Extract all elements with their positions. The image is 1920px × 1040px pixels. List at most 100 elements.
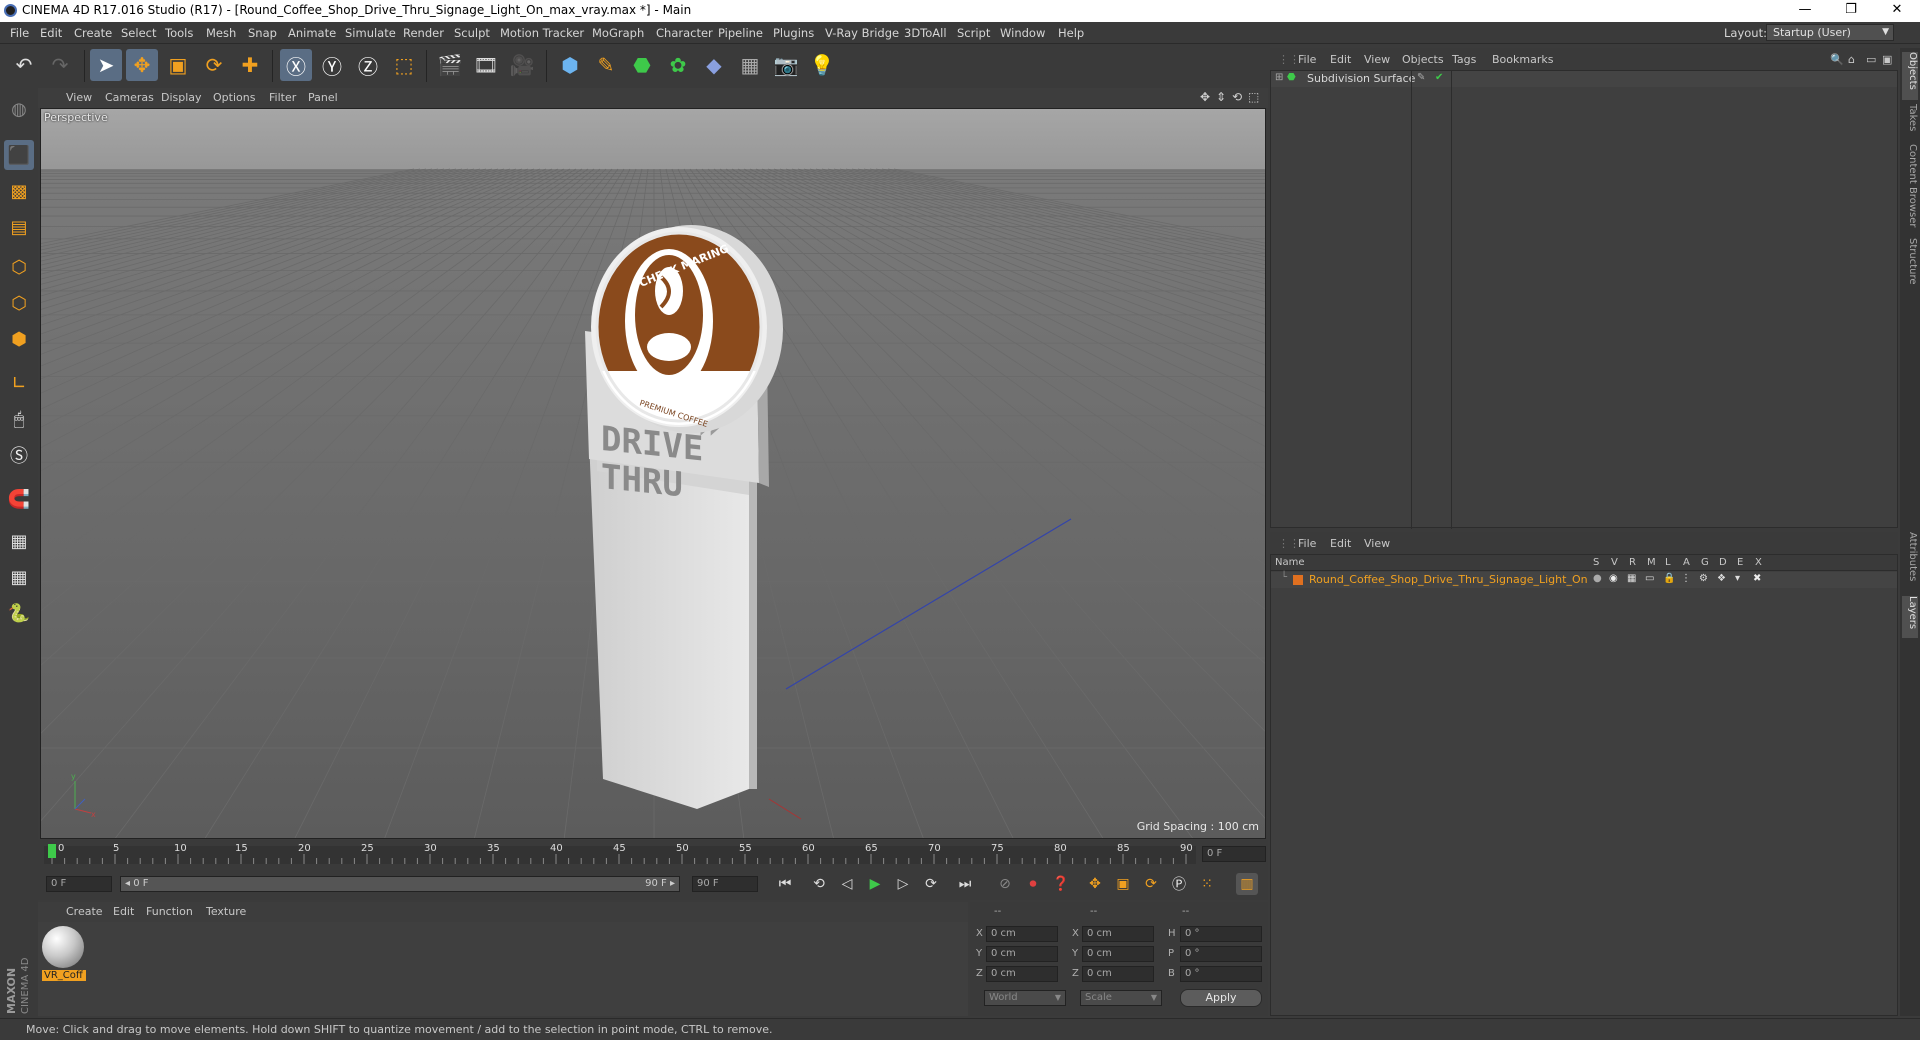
size-y-field[interactable]: 0 cm	[1082, 946, 1154, 962]
timeline-ruler[interactable]: 0 5 10 15 20 25 30 35 40 45 50 55 60 65 …	[38, 840, 1268, 868]
deformers-icon[interactable]: ❖	[1717, 573, 1726, 584]
expressions-icon[interactable]: ▾	[1735, 573, 1740, 584]
layers-menu-view[interactable]: View	[1364, 537, 1390, 550]
viewport-menu-view[interactable]: View	[66, 91, 92, 104]
add-subdivision-button[interactable]: ⬣	[626, 49, 658, 81]
menu-select[interactable]: Select	[121, 26, 156, 40]
size-z-field[interactable]: 0 cm	[1082, 966, 1154, 982]
transform-tool-button[interactable]: ✚	[234, 49, 266, 81]
pos-z-field[interactable]: 0 cm	[986, 966, 1058, 982]
edge-mode-button[interactable]: ⬡	[4, 288, 34, 318]
menu-character[interactable]: Character	[656, 26, 713, 40]
generators-icon[interactable]: ⚙	[1699, 573, 1708, 584]
viewport-menu-filter[interactable]: Filter	[269, 91, 296, 104]
rot-p-field[interactable]: 0 °	[1180, 946, 1262, 962]
rot-b-field[interactable]: 0 °	[1180, 966, 1262, 982]
render-view-button[interactable]: 🎬	[434, 49, 466, 81]
perspective-viewport[interactable]: DRIVE THRU » CHECK MARING PREMIUM COFFEE…	[40, 108, 1266, 839]
object-row-subdivision[interactable]: ⊞ ⬣ Subdivision Surface ✎ ✔	[1271, 71, 1897, 87]
scale-select[interactable]: Scale ▼	[1080, 990, 1162, 1006]
python-button[interactable]: 🐍	[4, 598, 34, 628]
rotate-view-icon[interactable]: ⟲	[1232, 90, 1242, 104]
menu-window[interactable]: Window	[1000, 26, 1045, 40]
add-deformer-button[interactable]: ◆	[698, 49, 730, 81]
minimize-panel-icon[interactable]: ▭	[1866, 53, 1876, 66]
model-mode-button[interactable]: ⬛	[4, 140, 34, 170]
polygon-mode-button[interactable]: ⬢	[4, 324, 34, 354]
key-parameter-button[interactable]: Ⓟ	[1168, 873, 1190, 895]
objects-menu-file[interactable]: File	[1298, 53, 1316, 66]
viewport-menu-display[interactable]: Display	[161, 91, 202, 104]
end-frame-field[interactable]: 90 F	[692, 876, 758, 892]
go-to-end-button[interactable]: ⏭	[954, 873, 976, 895]
material-menu-function[interactable]: Function	[146, 905, 193, 918]
material-menu-create[interactable]: Create	[66, 905, 103, 918]
layer-row[interactable]: └ Round_Coffee_Shop_Drive_Thru_Signage_L…	[1271, 572, 1897, 588]
rotate-tool-button[interactable]: ⟳	[198, 49, 230, 81]
objects-menu-bookmarks[interactable]: Bookmarks	[1492, 53, 1553, 66]
apply-button[interactable]: Apply	[1180, 989, 1262, 1007]
menu-3dtoall[interactable]: 3DToAll	[904, 26, 947, 40]
current-frame-field[interactable]: 0 F	[1202, 846, 1266, 862]
next-frame-button[interactable]: ▷	[892, 873, 914, 895]
timeline-window-button[interactable]: ▥	[1236, 873, 1258, 895]
manager-icon[interactable]: ▭	[1645, 573, 1654, 584]
add-spline-button[interactable]: ✎	[590, 49, 622, 81]
render-to-picture-viewer-button[interactable]: 🎞	[470, 49, 502, 81]
lock-icon[interactable]: 🔒	[1663, 573, 1675, 584]
viewport-menu-panel[interactable]: Panel	[308, 91, 338, 104]
search-icon[interactable]: 🔍	[1830, 53, 1844, 66]
menu-vray-bridge[interactable]: V-Ray Bridge	[825, 26, 899, 40]
viewport-menu-options[interactable]: Options	[213, 91, 255, 104]
menu-edit[interactable]: Edit	[40, 26, 62, 40]
material-menu-texture[interactable]: Texture	[206, 905, 246, 918]
rot-h-field[interactable]: 0 °	[1180, 926, 1262, 942]
menu-animate[interactable]: Animate	[288, 26, 336, 40]
layer-color-swatch[interactable]	[1293, 575, 1303, 585]
pan-view-icon[interactable]: ✥	[1200, 90, 1210, 104]
maximize-panel-icon[interactable]: ▣	[1882, 53, 1892, 66]
objects-menu-objects[interactable]: Objects	[1402, 53, 1444, 66]
menu-mesh[interactable]: Mesh	[206, 26, 236, 40]
dolly-view-icon[interactable]: ⇕	[1216, 90, 1226, 104]
menu-pipeline[interactable]: Pipeline	[718, 26, 763, 40]
size-x-field[interactable]: 0 cm	[1082, 926, 1154, 942]
viewport-menu-cameras[interactable]: Cameras	[105, 91, 154, 104]
workplane-mode-button[interactable]: ▤	[4, 212, 34, 242]
objects-menu-edit[interactable]: Edit	[1330, 53, 1351, 66]
menu-simulate[interactable]: Simulate	[345, 26, 396, 40]
add-camera-button[interactable]: 📷	[770, 49, 802, 81]
texture-mode-button[interactable]: ▩	[4, 176, 34, 206]
visible-eye-icon[interactable]: ◉	[1609, 573, 1618, 584]
xref-icon[interactable]: ✖	[1753, 573, 1761, 584]
snap-button[interactable]: 🧲	[4, 484, 34, 514]
solo-dot-icon[interactable]: ●	[1593, 573, 1602, 584]
animation-icon[interactable]: ⋮	[1681, 573, 1691, 584]
menu-script[interactable]: Script	[957, 26, 990, 40]
previous-key-button[interactable]: ⟲	[808, 873, 830, 895]
previous-frame-button[interactable]: ◁	[836, 873, 858, 895]
tab-content-browser[interactable]: Content Browser	[1902, 144, 1918, 234]
undo-button[interactable]: ↶	[8, 49, 40, 81]
menu-help[interactable]: Help	[1058, 26, 1084, 40]
axis-mode-button[interactable]: ∟	[4, 368, 34, 398]
render-clapboard-icon[interactable]: ▦	[1627, 573, 1636, 584]
layers-menu-edit[interactable]: Edit	[1330, 537, 1351, 550]
key-scale-button[interactable]: ▣	[1112, 873, 1134, 895]
autokey-button[interactable]: ❓	[1050, 873, 1072, 895]
start-frame-field[interactable]: 0 F	[46, 876, 112, 892]
coordinate-system-button[interactable]: ⬚	[388, 49, 420, 81]
key-position-button[interactable]: ✥	[1084, 873, 1106, 895]
tab-structure[interactable]: Structure	[1902, 238, 1918, 290]
objects-menu-tags[interactable]: Tags	[1452, 53, 1476, 66]
x-axis-lock-button[interactable]: Ⓧ	[280, 49, 312, 81]
menu-render[interactable]: Render	[403, 26, 444, 40]
live-selection-button[interactable]: ➤	[90, 49, 122, 81]
key-point-level-button[interactable]: ⁙	[1196, 873, 1218, 895]
maximize-view-icon[interactable]: ⬚	[1248, 90, 1259, 104]
pos-y-field[interactable]: 0 cm	[986, 946, 1058, 962]
world-select[interactable]: World ▼	[984, 990, 1066, 1006]
z-axis-lock-button[interactable]: Ⓩ	[352, 49, 384, 81]
restore-button[interactable]: ❐	[1828, 0, 1874, 22]
minimize-button[interactable]: —	[1782, 0, 1828, 22]
